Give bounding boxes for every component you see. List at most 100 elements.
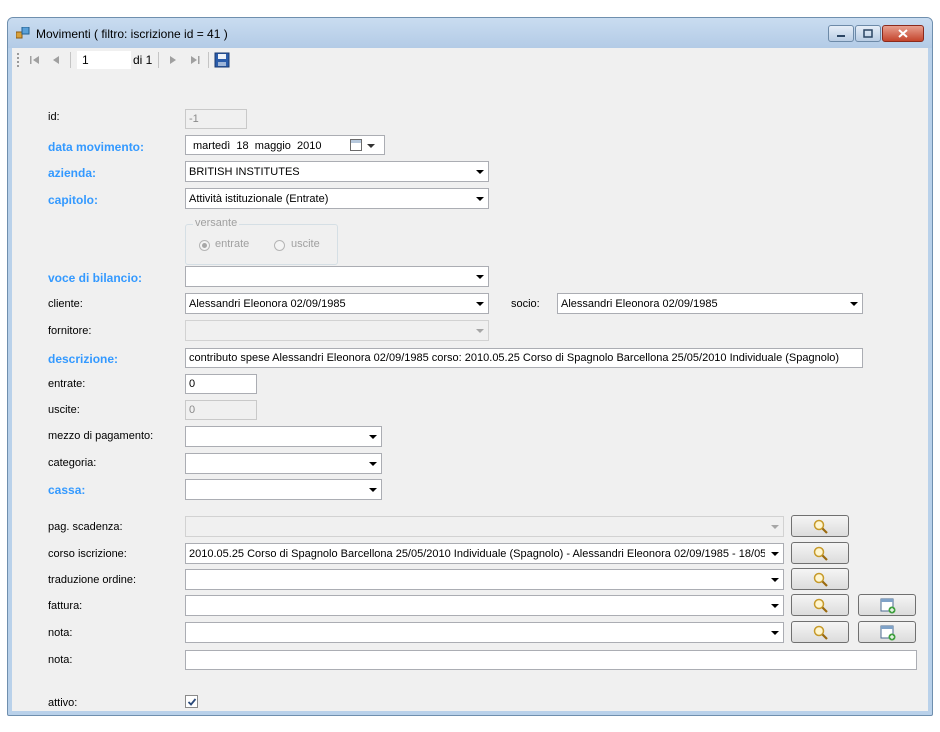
- data-movimento-picker[interactable]: martedì 18 maggio 2010: [185, 135, 385, 155]
- fattura-search-button[interactable]: [791, 594, 849, 616]
- minimize-button[interactable]: [828, 25, 854, 42]
- socio-value: Alessandri Eleonora 02/09/1985: [561, 298, 718, 310]
- chevron-down-icon: [476, 329, 484, 333]
- position-input[interactable]: 1: [77, 51, 131, 69]
- id-field: -1: [185, 109, 247, 129]
- entrate-field[interactable]: 0: [185, 374, 257, 394]
- chevron-down-icon[interactable]: [771, 631, 779, 635]
- date-day: 18: [236, 140, 249, 152]
- magnifier-icon: [813, 519, 828, 534]
- window-title: Movimenti ( filtro: iscrizione id = 41 ): [36, 27, 228, 41]
- entrate-label: entrate:: [48, 378, 86, 390]
- chevron-down-icon[interactable]: [850, 302, 858, 306]
- nota-combo[interactable]: [185, 622, 784, 643]
- chevron-down-icon[interactable]: [476, 302, 484, 306]
- attivo-checkbox[interactable]: [185, 695, 198, 708]
- traduzione-ordine-label: traduzione ordine:: [48, 574, 137, 586]
- save-icon[interactable]: [214, 52, 230, 68]
- azienda-label: azienda:: [48, 166, 97, 180]
- nota-combo-label: nota:: [48, 627, 73, 639]
- chevron-down-icon[interactable]: [771, 578, 779, 582]
- uscite-field: 0: [185, 400, 257, 420]
- azienda-value: BRITISH INSTITUTES: [189, 166, 300, 178]
- mezzo-pagamento-label: mezzo di pagamento:: [48, 430, 154, 442]
- pag-scadenza-label: pag. scadenza:: [48, 521, 123, 533]
- fattura-label: fattura:: [48, 600, 83, 612]
- chevron-down-icon[interactable]: [771, 552, 779, 556]
- add-record-icon: [880, 598, 896, 614]
- count-label: di 1: [133, 53, 153, 67]
- descrizione-field[interactable]: contributo spese Alessandri Eleonora 02/…: [185, 348, 863, 368]
- date-year: 2010: [297, 140, 322, 152]
- chevron-down-icon: [771, 525, 779, 529]
- corso-iscrizione-search-button[interactable]: [791, 542, 849, 564]
- corso-iscrizione-label: corso iscrizione:: [48, 548, 127, 560]
- traduzione-ordine-combo[interactable]: [185, 569, 784, 590]
- nota-search-button[interactable]: [791, 621, 849, 643]
- toolbar-grip[interactable]: [17, 53, 19, 67]
- voce-bilancio-label: voce di bilancio:: [48, 271, 143, 285]
- add-record-icon: [880, 625, 896, 641]
- cliente-value: Alessandri Eleonora 02/09/1985: [189, 298, 346, 310]
- socio-label: socio:: [511, 298, 540, 310]
- magnifier-icon: [813, 572, 828, 587]
- nota-text-field[interactable]: [185, 650, 917, 670]
- nota-add-button[interactable]: [858, 621, 916, 643]
- move-next-icon[interactable]: [167, 52, 179, 68]
- versante-group: versante entrate uscite: [185, 217, 338, 265]
- app-window: Movimenti ( filtro: iscrizione id = 41 )…: [7, 17, 933, 716]
- capitolo-value: Attività istituzionale (Entrate): [189, 193, 329, 205]
- versante-title: versante: [193, 217, 240, 229]
- radio-uscite[interactable]: [274, 240, 285, 251]
- radio-entrate[interactable]: [199, 240, 210, 251]
- chevron-down-icon[interactable]: [476, 170, 484, 174]
- magnifier-icon: [813, 546, 828, 561]
- move-previous-icon[interactable]: [50, 52, 62, 68]
- id-label: id:: [48, 111, 60, 123]
- close-button[interactable]: [882, 25, 924, 42]
- minimize-icon: [837, 35, 845, 37]
- radio-uscite-label: uscite: [291, 238, 320, 250]
- fattura-combo[interactable]: [185, 595, 784, 616]
- cassa-combo[interactable]: [185, 479, 382, 500]
- mezzo-pagamento-combo[interactable]: [185, 426, 382, 447]
- maximize-button[interactable]: [855, 25, 881, 42]
- categoria-combo[interactable]: [185, 453, 382, 474]
- corso-iscrizione-combo[interactable]: 2010.05.25 Corso di Spagnolo Barcellona …: [185, 543, 784, 564]
- traduzione-ordine-search-button[interactable]: [791, 568, 849, 590]
- cliente-label: cliente:: [48, 298, 83, 310]
- radio-entrate-label: entrate: [215, 238, 250, 250]
- data-movimento-label: data movimento:: [48, 140, 145, 154]
- toolbar-separator: [158, 52, 159, 68]
- uscite-label: uscite:: [48, 404, 80, 416]
- binding-navigator: 1 di 1: [12, 48, 928, 72]
- chevron-down-icon[interactable]: [369, 462, 377, 466]
- chevron-down-icon[interactable]: [367, 144, 375, 148]
- chevron-down-icon[interactable]: [476, 275, 484, 279]
- cliente-combo[interactable]: Alessandri Eleonora 02/09/1985: [185, 293, 489, 314]
- magnifier-icon: [813, 598, 828, 613]
- title-bar: Movimenti ( filtro: iscrizione id = 41 ): [8, 18, 932, 48]
- capitolo-combo[interactable]: Attività istituzionale (Entrate): [185, 188, 489, 209]
- azienda-combo[interactable]: BRITISH INSTITUTES: [185, 161, 489, 182]
- checkmark-icon: [187, 698, 197, 706]
- voce-bilancio-combo[interactable]: [185, 266, 489, 287]
- chevron-down-icon[interactable]: [369, 488, 377, 492]
- fornitore-combo: [185, 320, 489, 341]
- calendar-icon[interactable]: [350, 139, 362, 151]
- close-icon: [898, 29, 908, 38]
- categoria-label: categoria:: [48, 457, 97, 469]
- pag-scadenza-search-button[interactable]: [791, 515, 849, 537]
- maximize-icon: [863, 29, 873, 38]
- app-icon: [16, 27, 30, 39]
- move-first-icon[interactable]: [28, 52, 42, 68]
- chevron-down-icon[interactable]: [771, 604, 779, 608]
- corso-iscrizione-value: 2010.05.25 Corso di Spagnolo Barcellona …: [189, 548, 765, 560]
- socio-combo[interactable]: Alessandri Eleonora 02/09/1985: [557, 293, 863, 314]
- attivo-label: attivo:: [48, 697, 78, 709]
- form-client-area: 1 di 1 id: -1 data movimento: martedì 18…: [12, 48, 928, 711]
- move-last-icon[interactable]: [188, 52, 202, 68]
- chevron-down-icon[interactable]: [369, 435, 377, 439]
- chevron-down-icon[interactable]: [476, 197, 484, 201]
- fattura-add-button[interactable]: [858, 594, 916, 616]
